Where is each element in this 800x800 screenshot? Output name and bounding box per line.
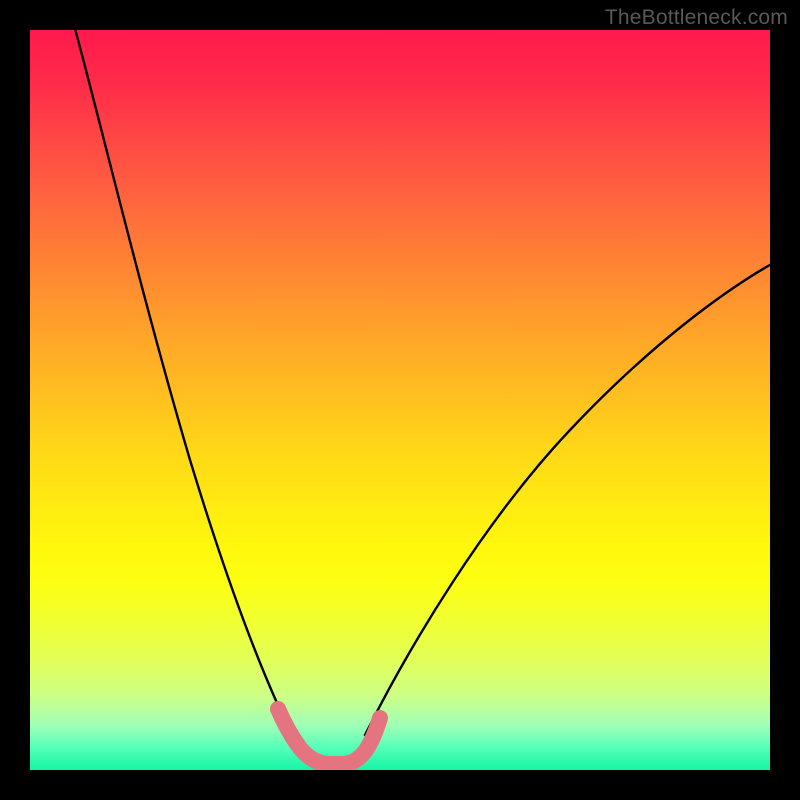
chart-frame: TheBottleneck.com xyxy=(0,0,800,800)
curve-left-branch xyxy=(74,30,292,735)
highlight-u xyxy=(278,709,380,764)
curve-right-branch xyxy=(365,262,770,735)
plot-area xyxy=(30,30,770,770)
watermark-text: TheBottleneck.com xyxy=(605,6,788,30)
curve-layer xyxy=(30,30,770,770)
